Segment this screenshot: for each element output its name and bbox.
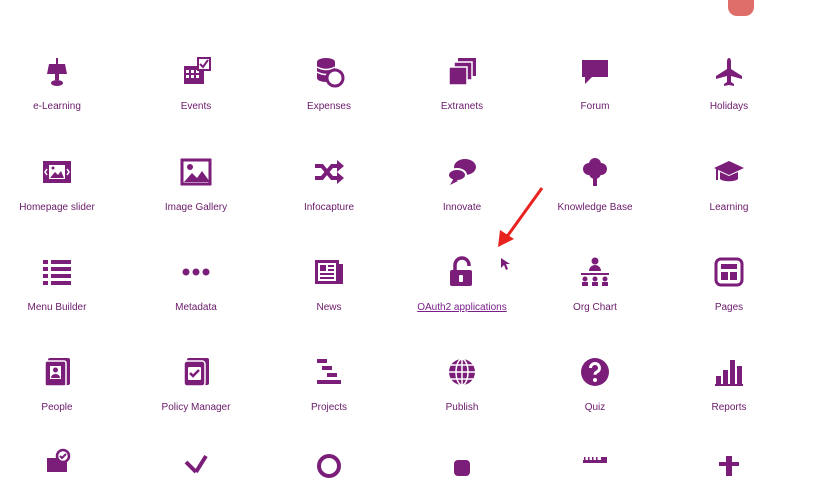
- app-tile-people[interactable]: People: [0, 354, 117, 434]
- shuffle-icon: [311, 154, 347, 190]
- checkbox-doc-icon: [178, 354, 214, 390]
- app-tile-label: Menu Builder: [27, 302, 87, 313]
- app-tile-label: Infocapture: [303, 202, 355, 213]
- partial-badge-check-icon[interactable]: [41, 448, 73, 480]
- app-tile-learning[interactable]: Learning: [669, 154, 789, 234]
- newspaper-icon: [311, 254, 347, 290]
- app-tile-label: Learning: [709, 202, 749, 213]
- app-tile-news[interactable]: News: [269, 254, 389, 334]
- chat-bubbles-icon: [444, 154, 480, 190]
- app-tile-homepage-slider[interactable]: Homepage slider: [0, 154, 117, 234]
- image-icon: [178, 154, 214, 190]
- app-tile-label: e-Learning: [33, 101, 81, 112]
- app-tile-forum[interactable]: Forum: [535, 54, 655, 134]
- app-tile-label: OAuth2 applications: [417, 302, 507, 313]
- app-tile-label: Homepage slider: [19, 202, 95, 213]
- calendar-check-icon: [178, 54, 214, 90]
- app-tile-label: Expenses: [307, 101, 351, 112]
- partial-rounded-square-icon[interactable]: [446, 448, 478, 480]
- app-tile-publish[interactable]: Publish: [402, 354, 522, 434]
- app-tile-image-gallery[interactable]: Image Gallery: [136, 154, 256, 234]
- app-tile-projects[interactable]: Projects: [269, 354, 389, 434]
- partial-signpost-icon[interactable]: [713, 448, 745, 480]
- layout-icon: [711, 254, 747, 290]
- cursor-icon: [501, 258, 510, 270]
- app-tile-knowledge-base[interactable]: Knowledge Base: [535, 154, 655, 234]
- coins-icon: [311, 54, 347, 90]
- app-tile-label: Reports: [711, 402, 747, 413]
- app-tile-e-learning[interactable]: e-Learning: [0, 54, 117, 134]
- app-tile-events[interactable]: Events: [136, 54, 256, 134]
- app-tile-label: Innovate: [442, 202, 482, 213]
- app-tile-expenses[interactable]: Expenses: [269, 54, 389, 134]
- org-chart-icon: [577, 254, 613, 290]
- question-circle-icon: [577, 354, 613, 390]
- partial-scissors-icon[interactable]: [180, 448, 212, 480]
- bar-chart-icon: [711, 354, 747, 390]
- app-tile-extranets[interactable]: Extranets: [402, 54, 522, 134]
- app-tile-reports[interactable]: Reports: [669, 354, 789, 434]
- app-tile-label: Forum: [580, 101, 610, 112]
- app-tile-holidays[interactable]: Holidays: [669, 54, 789, 134]
- contact-book-icon: [39, 354, 75, 390]
- app-tile-label: Extranets: [440, 101, 484, 112]
- tree-icon: [577, 154, 613, 190]
- app-tile-label: News: [316, 302, 342, 313]
- gantt-icon: [311, 354, 347, 390]
- ellipsis-icon: [178, 254, 214, 290]
- app-tile-label: Policy Manager: [161, 402, 231, 413]
- app-grid: e-Learning Events Expenses Extranets Forum Ho…: [0, 0, 826, 464]
- app-tile-policy-manager[interactable]: Policy Manager: [136, 354, 256, 434]
- slider-image-icon: [39, 154, 75, 190]
- stacked-pages-icon: [444, 54, 480, 90]
- app-tile-label: Knowledge Base: [557, 202, 633, 213]
- app-tile-org-chart[interactable]: Org Chart: [535, 254, 655, 334]
- speech-bubble-icon: [577, 54, 613, 90]
- app-tile-menu-builder[interactable]: Menu Builder: [0, 254, 117, 334]
- app-tile-label: Pages: [714, 302, 744, 313]
- app-tile-pages[interactable]: Pages: [669, 254, 789, 334]
- graduation-cap-icon: [711, 154, 747, 190]
- app-tile-label: Events: [180, 101, 212, 112]
- lamp-icon: [39, 54, 75, 90]
- app-tile-label: People: [41, 402, 73, 413]
- app-tile-label: Holidays: [709, 101, 749, 112]
- partial-ruler-icon[interactable]: [579, 448, 611, 480]
- app-tile-label: Quiz: [584, 402, 606, 413]
- app-tile-label: Metadata: [175, 302, 217, 313]
- app-tile-innovate[interactable]: Innovate: [402, 154, 522, 234]
- app-tile-quiz[interactable]: Quiz: [535, 354, 655, 434]
- app-tile-label: Projects: [310, 402, 348, 413]
- partial-circle-icon[interactable]: [313, 448, 345, 480]
- app-tile-label: Publish: [445, 402, 479, 413]
- app-tile-label: Image Gallery: [164, 202, 228, 213]
- globe-icon: [444, 354, 480, 390]
- app-tile-infocapture[interactable]: Infocapture: [269, 154, 389, 234]
- airplane-icon: [711, 54, 747, 90]
- app-tile-metadata[interactable]: Metadata: [136, 254, 256, 334]
- unlock-icon: [444, 254, 480, 290]
- list-icon: [39, 254, 75, 290]
- app-tile-label: Org Chart: [573, 302, 617, 313]
